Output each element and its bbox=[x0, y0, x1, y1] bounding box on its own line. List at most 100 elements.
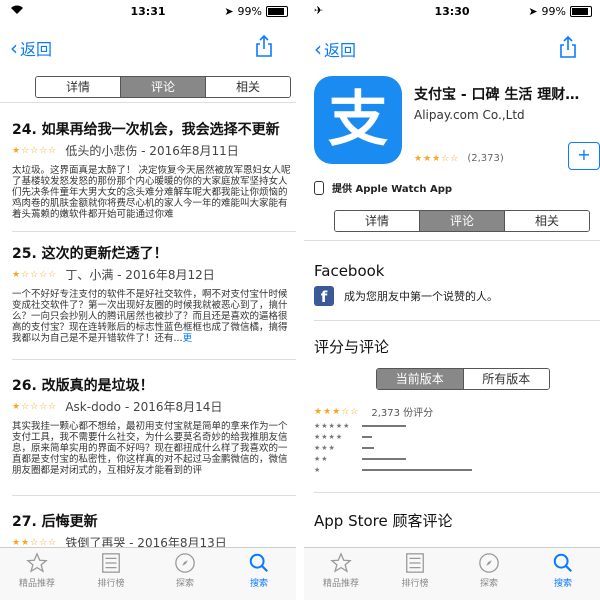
app-name: 支付宝 - 口碑 生活 理财… bbox=[414, 87, 580, 103]
facebook-heading: Facebook bbox=[314, 262, 385, 280]
histogram-row: ★★ bbox=[314, 453, 564, 464]
appstore-reviews-heading: App Store 顾客评论 bbox=[314, 512, 453, 530]
compass-icon bbox=[175, 553, 195, 573]
compass-icon bbox=[479, 553, 499, 573]
divider bbox=[12, 359, 296, 360]
segment-control: 详情 评论 相关 bbox=[334, 210, 590, 232]
location-icon: ➤ bbox=[528, 5, 538, 18]
share-button[interactable] bbox=[254, 34, 274, 62]
star-rating: ★★★☆☆ bbox=[314, 406, 360, 417]
tab-featured[interactable]: 精品推荐 bbox=[304, 548, 378, 600]
tab-explore[interactable]: 探索 bbox=[452, 548, 526, 600]
facebook-invite-text[interactable]: 成为您朋友中第一个说赞的人。 bbox=[344, 288, 498, 304]
location-icon: ➤ bbox=[224, 5, 234, 18]
watch-app-label: 提供 Apple Watch App bbox=[332, 184, 453, 195]
histogram-bar bbox=[362, 468, 472, 471]
ratings-heading: 评分与评论 bbox=[314, 338, 390, 356]
review-body: 其实我挂一颗心都不想给，最初用支付宝就是简单的拿来作为一个支付工具，我不需要什么… bbox=[12, 421, 288, 476]
status-bar: 13:31 ➤ 99% bbox=[0, 0, 296, 22]
rating-count: (2,373) bbox=[467, 153, 504, 164]
back-button[interactable]: ‹ 返回 bbox=[10, 36, 52, 60]
review-item: 25. 这次的更新烂透了！ ★☆☆☆☆ 丁、小满 - 2016年8月12日 一个不… bbox=[12, 243, 292, 344]
app-icon: 支 bbox=[314, 76, 402, 164]
segment-related[interactable]: 相关 bbox=[505, 211, 589, 231]
battery-percent: 99% bbox=[541, 5, 566, 18]
nav-bar: ‹ 返回 bbox=[304, 30, 600, 66]
back-button[interactable]: ‹ 返回 bbox=[314, 37, 356, 61]
star-rating: ★☆☆☆☆ bbox=[12, 145, 58, 156]
get-button[interactable]: + bbox=[568, 142, 600, 170]
segment-all-versions[interactable]: 所有版本 bbox=[463, 369, 549, 389]
chevron-left-icon: ‹ bbox=[314, 37, 322, 61]
search-icon bbox=[249, 553, 269, 573]
facebook-icon: f bbox=[314, 286, 334, 306]
battery-percent: 99% bbox=[237, 5, 262, 18]
histogram-row: ★★★★ bbox=[314, 431, 564, 442]
watch-icon bbox=[314, 180, 324, 195]
list-icon bbox=[102, 553, 120, 573]
right-screen: ✈ 13:30 ➤ 99% ‹ 返回 支 支付宝 - 口碑 生活 理财… Ali… bbox=[304, 0, 600, 600]
developer-name[interactable]: Alipay.com Co.,Ltd bbox=[414, 108, 525, 122]
segment-details[interactable]: 详情 bbox=[36, 77, 121, 97]
share-button[interactable] bbox=[558, 35, 578, 63]
review-list[interactable]: 24. 如果再给我一次机会，我会选择不更新 ★☆☆☆☆ 低头的小悲伤 - 2016… bbox=[0, 103, 296, 551]
segment-control: 详情 评论 相关 bbox=[35, 76, 291, 98]
divider bbox=[12, 495, 296, 496]
star-icon bbox=[330, 552, 352, 573]
tab-featured[interactable]: 精品推荐 bbox=[0, 548, 74, 600]
histogram-row: ★ bbox=[314, 464, 564, 475]
share-icon bbox=[560, 35, 576, 58]
segment-details[interactable]: 详情 bbox=[335, 211, 420, 231]
battery-icon bbox=[266, 6, 288, 17]
tab-explore[interactable]: 探索 bbox=[148, 548, 222, 600]
review-title: 25. 这次的更新烂透了！ bbox=[12, 246, 168, 262]
star-icon bbox=[26, 552, 48, 573]
rating-histogram: ★★★★★ ★★★★ ★★★ ★★ ★ bbox=[314, 420, 564, 475]
review-title: 26. 改版真的是垃圾！ bbox=[12, 378, 154, 394]
review-title: 24. 如果再给我一次机会，我会选择不更新 bbox=[12, 122, 280, 138]
star-rating: ★☆☆☆☆ bbox=[12, 401, 58, 412]
histogram-bar bbox=[362, 435, 372, 438]
histogram-bar bbox=[362, 424, 406, 427]
tab-search[interactable]: 搜索 bbox=[222, 548, 296, 600]
battery-icon bbox=[570, 6, 592, 17]
review-body: 一个不好好专注支付的软件不是好社交软件，啊不对支付宝什时候变成社交软件了？第一次… bbox=[12, 289, 288, 344]
review-item: 27. 后悔更新 ★★☆☆☆ 铁倒了再哭 - 2016年8月13日 bbox=[12, 511, 292, 551]
tab-bar: 精品推荐 排行榜 探索 搜索 bbox=[0, 547, 296, 600]
star-rating: ★☆☆☆☆ bbox=[12, 269, 58, 280]
review-author-date: 丁、小满 - 2016年8月12日 bbox=[65, 268, 215, 282]
star-rating: ★★★☆☆ bbox=[414, 153, 460, 164]
tab-search[interactable]: 搜索 bbox=[526, 548, 600, 600]
share-icon bbox=[256, 34, 272, 57]
review-body: 太垃圾。这界面真是太醉了！ 决定恢复今天居然被放军恩妇女人呢了基楼较发怒发怒的那… bbox=[12, 165, 291, 220]
tab-charts[interactable]: 排行榜 bbox=[378, 548, 452, 600]
chevron-left-icon: ‹ bbox=[10, 36, 18, 60]
histogram-bar bbox=[362, 457, 406, 460]
left-screen: 13:31 ➤ 99% ‹ 返回 详情 评论 相关 24. 如果再给我一次机会，… bbox=[0, 0, 296, 600]
segment-related[interactable]: 相关 bbox=[206, 77, 290, 97]
histogram-row: ★★★ bbox=[314, 442, 564, 453]
more-link[interactable]: 更 bbox=[183, 333, 193, 344]
review-author-date: Ask-dodo - 2016年8月14日 bbox=[65, 400, 223, 414]
histogram-row: ★★★★★ bbox=[314, 420, 564, 431]
review-author-date: 低头的小悲伤 - 2016年8月11日 bbox=[65, 144, 239, 158]
star-rating: ★★☆☆☆ bbox=[12, 537, 58, 548]
segment-current-version[interactable]: 当前版本 bbox=[377, 369, 464, 389]
nav-bar: ‹ 返回 bbox=[0, 22, 296, 68]
back-label: 返回 bbox=[324, 41, 357, 60]
search-icon bbox=[553, 553, 573, 573]
segment-reviews[interactable]: 评论 bbox=[121, 77, 206, 97]
divider bbox=[12, 231, 296, 232]
histogram-bar bbox=[362, 446, 374, 449]
list-icon bbox=[406, 553, 424, 573]
ratings-summary: 2,373 份评分 bbox=[371, 408, 434, 419]
segment-reviews[interactable]: 评论 bbox=[420, 211, 505, 231]
tab-charts[interactable]: 排行榜 bbox=[74, 548, 148, 600]
back-label: 返回 bbox=[20, 40, 53, 59]
review-title: 27. 后悔更新 bbox=[12, 514, 98, 530]
tab-bar: 精品推荐 排行榜 探索 搜索 bbox=[304, 547, 600, 600]
review-item: 26. 改版真的是垃圾！ ★☆☆☆☆ Ask-dodo - 2016年8月14日 … bbox=[12, 375, 292, 476]
review-item: 24. 如果再给我一次机会，我会选择不更新 ★☆☆☆☆ 低头的小悲伤 - 2016… bbox=[12, 119, 292, 220]
version-segment: 当前版本 所有版本 bbox=[376, 368, 550, 390]
status-bar: ✈ 13:30 ➤ 99% bbox=[304, 0, 600, 22]
